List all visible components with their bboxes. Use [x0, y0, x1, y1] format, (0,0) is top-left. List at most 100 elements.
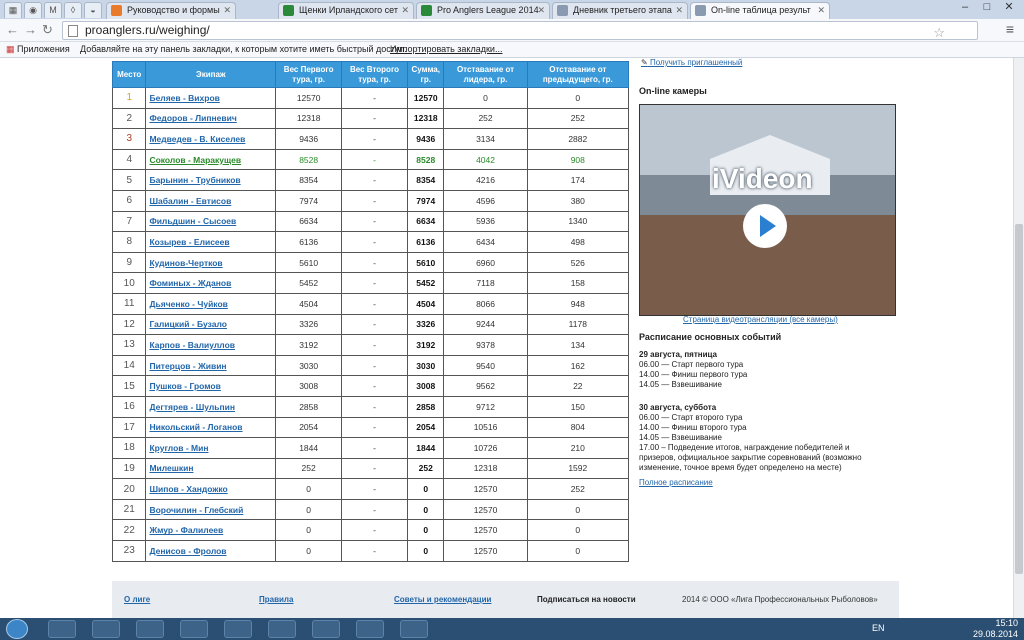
team-cell[interactable]: Беляев - Вихров — [145, 87, 277, 109]
team-cell[interactable]: Милешкин — [145, 457, 277, 480]
import-bookmarks-link[interactable]: Импортировать закладки... — [390, 42, 502, 57]
team-link[interactable]: Федоров - Липневич — [149, 113, 236, 123]
start-button[interactable] — [6, 619, 28, 639]
team-link[interactable]: Галицкий - Бузало — [149, 319, 226, 329]
footer-subscribe[interactable]: Подписаться на новости — [537, 595, 636, 604]
team-link[interactable]: Милешкин — [149, 463, 193, 473]
close-icon[interactable]: ✕ — [675, 3, 683, 18]
team-link[interactable]: Соколов - Маракущев — [149, 155, 241, 165]
team-link[interactable]: Карпов - Валиуллов — [149, 340, 235, 350]
tab-3[interactable]: Pro Anglers League 2014 ✕ — [416, 2, 550, 19]
team-cell[interactable]: Дегтярев - Шульпин — [145, 395, 277, 418]
w2-cell: - — [341, 292, 408, 315]
taskbar: EN 15:10 29.08.2014 — [0, 618, 1024, 640]
pinned-tab-sheets[interactable]: ▦ — [4, 2, 22, 18]
team-cell[interactable]: Медведев - В. Киселев — [145, 128, 277, 150]
pinned-tab-gmail[interactable]: M — [44, 2, 62, 18]
team-cell[interactable]: Барынин - Трубников — [145, 169, 277, 191]
language-indicator[interactable]: EN — [872, 623, 885, 633]
team-cell[interactable]: Питерцов - Живин — [145, 354, 277, 377]
team-link[interactable]: Беляев - Вихров — [149, 93, 219, 103]
team-link[interactable]: Питерцов - Живин — [149, 361, 226, 371]
reload-icon[interactable]: ↻ — [42, 22, 53, 38]
col-header-place: Место — [111, 61, 147, 88]
team-cell[interactable]: Соколов - Маракущев — [145, 148, 277, 171]
team-link[interactable]: Дьяченко - Чуйков — [149, 299, 227, 309]
team-link[interactable]: Круглов - Мин — [149, 443, 208, 453]
lead-cell: 9712 — [443, 395, 528, 418]
footer-rules-link[interactable]: Правила — [259, 595, 293, 604]
team-cell[interactable]: Пушков - Громов — [145, 375, 277, 397]
team-cell[interactable]: Фоминых - Жданов — [145, 272, 277, 294]
pinned-tab-other[interactable]: ◒ — [84, 2, 102, 18]
maximize-icon[interactable]: □ — [976, 1, 998, 13]
menu-icon[interactable]: ≡ — [1006, 21, 1014, 37]
pinned-tab-maps[interactable]: ◉ — [24, 2, 42, 18]
team-cell[interactable]: Никольский - Логанов — [145, 416, 277, 439]
team-link[interactable]: Дегтярев - Шульпин — [149, 402, 235, 412]
team-cell[interactable]: Фильдшин - Сысоев — [145, 210, 277, 233]
outlook-icon[interactable] — [180, 620, 208, 638]
tab-4[interactable]: Дневник третьего этапа ✕ — [552, 2, 688, 19]
team-cell[interactable]: Кудинов-Чертков — [145, 251, 277, 274]
team-cell[interactable]: Галицкий - Бузало — [145, 313, 277, 336]
url-input[interactable]: proanglers.ru/weighing/ ☆ — [62, 21, 978, 40]
team-link[interactable]: Никольский - Логанов — [149, 422, 242, 432]
close-window-icon[interactable]: ✕ — [998, 0, 1020, 13]
team-link[interactable]: Козырев - Елисеев — [149, 237, 229, 247]
skype-icon[interactable] — [268, 620, 296, 638]
close-icon[interactable]: ✕ — [223, 3, 231, 18]
tab-5-active[interactable]: On-line таблица результ ✕ — [690, 2, 830, 19]
team-cell[interactable]: Круглов - Мин — [145, 437, 277, 459]
bookmark-star-icon[interactable]: ☆ — [933, 24, 945, 41]
team-link[interactable]: Денисов - Фролов — [149, 546, 226, 556]
pinned-tab-docs[interactable]: ◊ — [64, 2, 82, 18]
team-link[interactable]: Шабалин - Евтисов — [149, 196, 231, 206]
team-cell[interactable]: Шабалин - Евтисов — [145, 189, 277, 212]
team-link[interactable]: Ворочилин - Глебский — [149, 505, 243, 515]
team-link[interactable]: Медведев - В. Киселев — [149, 134, 245, 144]
ie-icon[interactable] — [48, 620, 76, 638]
system-clock[interactable]: 15:10 29.08.2014 — [973, 618, 1018, 640]
team-cell[interactable]: Карпов - Валиуллов — [145, 334, 277, 356]
vertical-scrollbar[interactable] — [1013, 58, 1024, 618]
minimize-icon[interactable]: – — [954, 1, 976, 13]
scrollbar-thumb[interactable] — [1015, 224, 1023, 574]
acrobat-icon[interactable] — [312, 620, 340, 638]
team-cell[interactable]: Козырев - Елисеев — [145, 231, 277, 253]
close-icon[interactable]: ✕ — [401, 3, 409, 18]
back-icon[interactable]: ← — [6, 22, 19, 37]
explorer-icon[interactable] — [92, 620, 120, 638]
tab-label: Щенки Ирландского сет — [299, 5, 398, 15]
team-link[interactable]: Фильдшин - Сысоев — [149, 216, 236, 226]
invite-link[interactable]: ✎ Получить приглашенный — [641, 58, 742, 67]
team-link[interactable]: Фоминых - Жданов — [149, 278, 231, 288]
forward-icon[interactable]: → — [24, 22, 37, 37]
media-player-icon[interactable] — [136, 620, 164, 638]
word-icon[interactable] — [356, 620, 384, 638]
close-icon[interactable]: ✕ — [817, 3, 825, 18]
team-cell[interactable]: Шипов - Хандожко — [145, 478, 277, 500]
close-icon[interactable]: ✕ — [537, 3, 545, 18]
team-link[interactable]: Пушков - Громов — [149, 381, 220, 391]
camera-page-link[interactable]: Страница видеотрансляции (все камеры) — [683, 315, 838, 324]
excel-icon[interactable] — [400, 620, 428, 638]
team-link[interactable]: Шипов - Хандожко — [149, 484, 227, 494]
team-cell[interactable]: Дьяченко - Чуйков — [145, 292, 277, 315]
team-cell[interactable]: Ворочилин - Глебский — [145, 498, 277, 521]
apps-shortcut[interactable]: ▦ Приложения — [6, 42, 70, 57]
team-cell[interactable]: Жмур - Фалилеев — [145, 519, 277, 542]
footer-tips-link[interactable]: Советы и рекомендации — [394, 595, 491, 604]
footer-about-link[interactable]: О лиге — [124, 595, 150, 604]
tab-1[interactable]: Руководство и формы ✕ — [106, 2, 236, 19]
team-link[interactable]: Кудинов-Чертков — [149, 258, 222, 268]
tab-2[interactable]: Щенки Ирландского сет ✕ — [278, 2, 414, 19]
camera-preview[interactable]: iVideon — [639, 104, 896, 316]
play-icon[interactable] — [743, 204, 787, 248]
team-cell[interactable]: Денисов - Фролов — [145, 540, 277, 562]
team-cell[interactable]: Федоров - Липневич — [145, 107, 277, 130]
full-schedule-link[interactable]: Полное расписание — [639, 478, 713, 487]
team-link[interactable]: Барынин - Трубников — [149, 175, 240, 185]
team-link[interactable]: Жмур - Фалилеев — [149, 525, 223, 535]
chrome-icon[interactable] — [224, 620, 252, 638]
